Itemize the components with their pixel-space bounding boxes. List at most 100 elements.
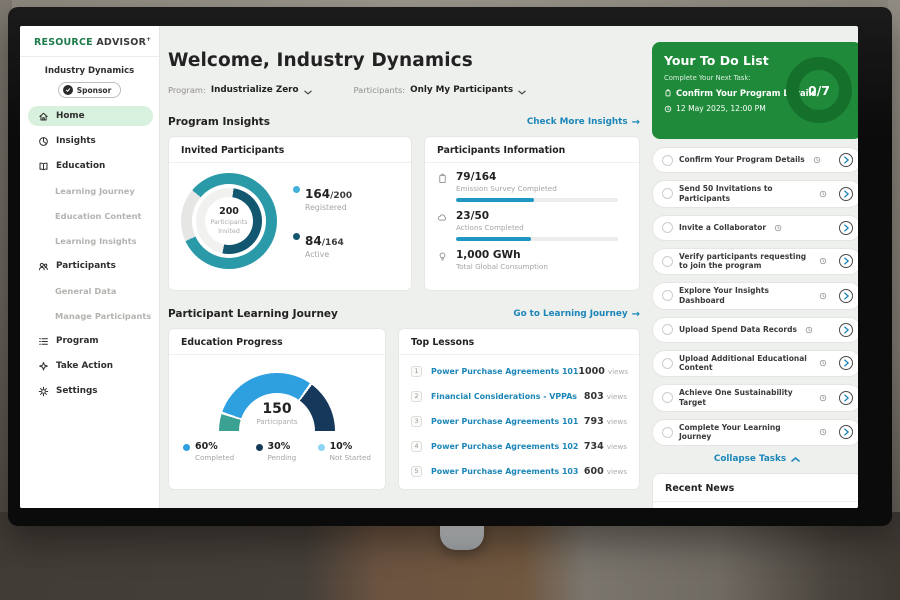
lesson-rank: 2 [411,391,422,402]
home-icon [38,111,49,122]
chevron-right-button[interactable] [839,221,853,235]
todo-item[interactable]: Achieve One Sustainability Target [652,384,858,412]
recent-news-heading: Recent News [653,474,858,502]
card-title: Education Progress [169,329,385,355]
clock-icon [819,292,827,300]
info-row-consumption: 1,000 GWh Total Global Consumption [437,249,625,271]
checkbox-circle[interactable] [662,222,673,233]
sidebar-item-label: Education [56,161,105,171]
sidebar-item-take-action[interactable]: Take Action [28,356,153,376]
participants-filter-dropdown[interactable]: Participants: Only My Participants [354,80,527,99]
todo-item[interactable]: Invite a Collaborator [652,215,858,241]
lesson-views: 803views [584,391,627,402]
lessons-list: 1 Power Purchase Agreements 101 1000view… [399,355,639,484]
checkbox-circle[interactable] [662,188,673,199]
program-insights-header: Program Insights Check More Insights → [168,116,640,128]
sidebar-item-label: Manage Participants [55,311,151,321]
chevron-down-icon [518,80,526,99]
sidebar-item-program[interactable]: Program [28,331,153,351]
lesson-row: 2 Financial Considerations - VPPAs 803vi… [399,384,639,409]
sidebar-item-label: Insights [56,136,96,146]
info-row-actions: 23/50 Actions Completed [437,210,625,241]
lesson-rank: 3 [411,416,422,427]
card-title: Participants Information [425,137,639,163]
legend-value: 60% [195,441,234,452]
link-label: Check More Insights [527,117,628,127]
clock-icon [813,156,821,164]
legend-label: Pending [268,453,297,462]
task-icon [664,89,672,97]
sidebar-item-home[interactable]: Home [28,106,153,126]
go-to-learning-journey-link[interactable]: Go to Learning Journey → [513,309,640,320]
todo-item-label: Complete Your Learning Journey [679,423,811,443]
views-label: views [607,467,627,476]
sidebar-item-education[interactable]: Education [28,156,153,176]
checkbox-circle[interactable] [662,324,673,335]
collapse-label: Collapse Tasks [714,454,786,464]
checkbox-circle[interactable] [662,392,673,403]
chevron-right-button[interactable] [839,323,853,337]
todo-item[interactable]: Send 50 Invitations to Participants [652,180,858,208]
chevron-right-button[interactable] [839,356,853,370]
todo-item[interactable]: Complete Your Learning Journey [652,419,858,447]
participants-information-card: Participants Information 79/164 Emission… [424,136,640,291]
top-lessons-card: Top Lessons 1 Power Purchase Agreements … [398,328,640,490]
lesson-link[interactable]: Power Purchase Agreements 102 [431,442,578,451]
collapse-tasks-link[interactable]: Collapse Tasks [652,454,858,464]
lesson-link[interactable]: Financial Considerations - VPPAs [431,392,577,401]
todo-item[interactable]: Upload Additional Educational Content [652,350,858,378]
program-filter-dropdown[interactable]: Program: Industrialize Zero [168,80,312,99]
chevron-up-icon [791,457,800,462]
sidebar-item-learning-journey[interactable]: Learning Journey [28,181,153,201]
app-logo: RESOURCE ADVISOR+ [20,26,159,48]
checkbox-circle[interactable] [662,290,673,301]
todo-item-label: Confirm Your Program Details [679,155,805,165]
program-filter-label: Program: [168,85,206,95]
gauge-center: 150 Participants [169,401,385,426]
section-title: Program Insights [168,116,270,128]
chevron-right-button[interactable] [839,254,853,268]
donut-center: 200 Participants Invited [205,197,253,245]
clock-icon [819,394,827,402]
sidebar-item-education-content[interactable]: Education Content [28,206,153,226]
todo-item[interactable]: Explore Your Insights Dashboard [652,282,858,310]
checkbox-circle[interactable] [662,427,673,438]
chevron-right-button[interactable] [839,391,853,405]
legend-value: 30% [268,441,297,452]
todo-item[interactable]: Verify participants requesting to join t… [652,248,858,276]
lesson-link[interactable]: Power Purchase Agreements 101 [431,417,578,426]
sidebar-item-settings[interactable]: Settings [28,381,153,401]
sidebar-item-learning-insights[interactable]: Learning Insights [28,231,153,251]
checkbox-circle[interactable] [662,358,673,369]
registered-dot [293,186,300,193]
clock-icon [819,257,827,265]
todo-item[interactable]: Upload Spend Data Records [652,317,858,343]
sidebar-item-manage-participants[interactable]: Manage Participants [28,306,153,326]
views-label: views [608,367,628,376]
lesson-link[interactable]: Power Purchase Agreements 103 [431,467,578,476]
lesson-row: 3 Power Purchase Agreements 101 793views [399,409,639,434]
todo-item[interactable]: Confirm Your Program Details [652,147,858,173]
lesson-link[interactable]: Power Purchase Agreements 101 [431,367,578,376]
chevron-right-button[interactable] [839,187,853,201]
info-label: Actions Completed [456,223,524,232]
lesson-rank: 1 [411,366,422,377]
checkbox-circle[interactable] [662,256,673,267]
chevron-right-button[interactable] [839,425,853,439]
link-label: Go to Learning Journey [513,309,627,319]
clock-icon [819,190,827,198]
sidebar-item-label: Participants [56,261,116,271]
arrow-right-icon: → [632,117,640,128]
next-due-label: 12 May 2025, 12:00 PM [676,104,766,113]
lesson-row: 5 Power Purchase Agreements 103 600views [399,459,639,484]
sidebar-nav: Home Insights Education Learning Journey… [28,106,153,401]
check-more-insights-link[interactable]: Check More Insights → [527,117,640,128]
sidebar-item-insights[interactable]: Insights [28,131,153,151]
chevron-right-button[interactable] [839,289,853,303]
checkbox-circle[interactable] [662,155,673,166]
sidebar-item-general-data[interactable]: General Data [28,281,153,301]
section-title: Participant Learning Journey [168,308,338,320]
chevron-right-button[interactable] [839,153,853,167]
todo-item-label: Verify participants requesting to join t… [679,252,811,272]
sidebar-item-participants[interactable]: Participants [28,256,153,276]
